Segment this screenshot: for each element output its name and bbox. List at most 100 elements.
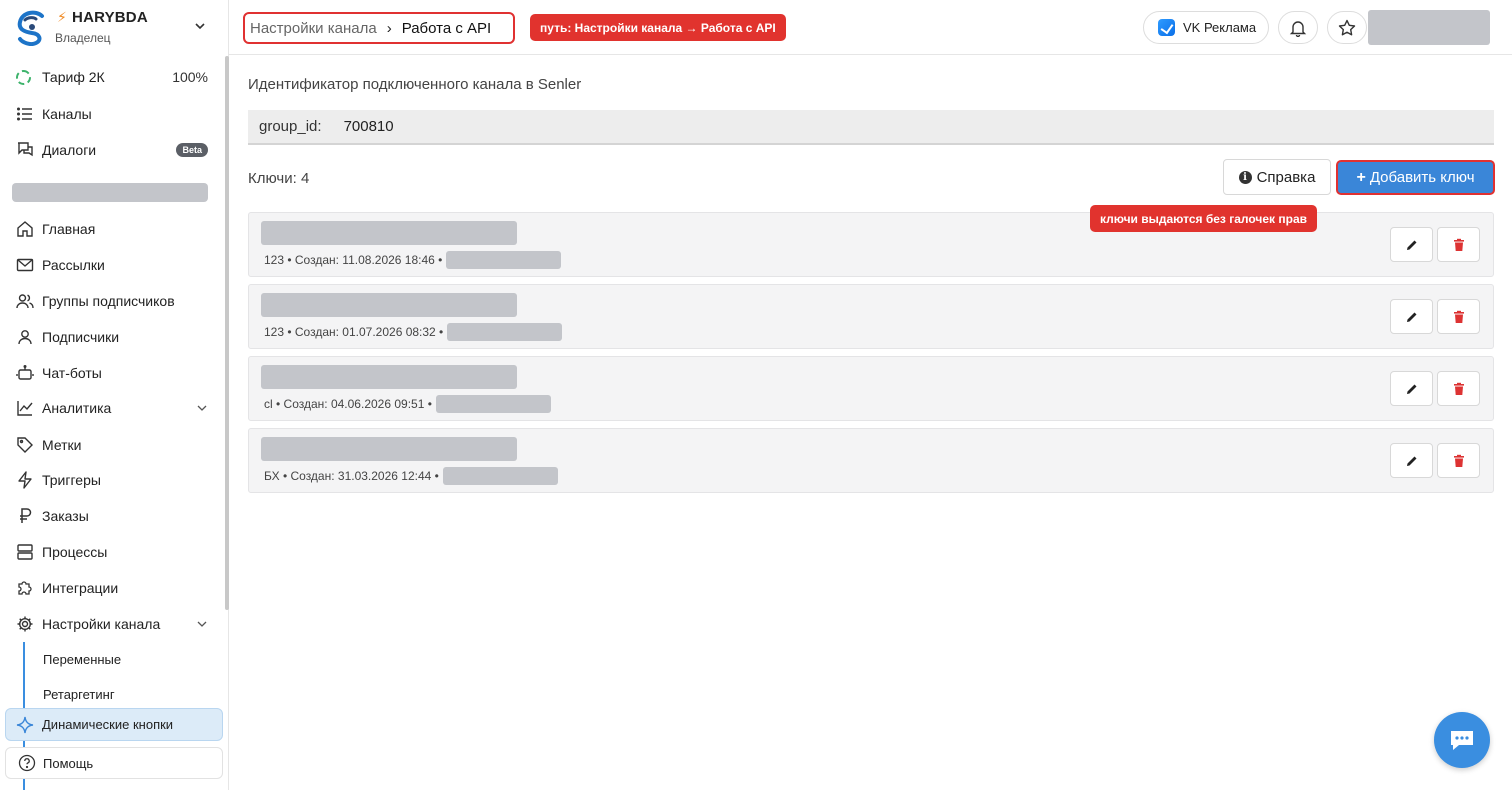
key-meta: cl • Создан: 04.06.2026 09:51 • bbox=[264, 395, 551, 413]
question-circle-icon bbox=[18, 754, 36, 772]
notifications-button[interactable] bbox=[1278, 11, 1318, 44]
breadcrumb-parent[interactable]: Настройки канала bbox=[250, 20, 377, 37]
sidebar-item-triggers[interactable]: Триггеры bbox=[16, 469, 216, 491]
sidebar-item-channels[interactable]: Каналы bbox=[16, 103, 216, 125]
key-meta-text: cl • Создан: 04.06.2026 09:51 • bbox=[264, 397, 432, 411]
sidebar-item-label: Чат-боты bbox=[42, 365, 102, 381]
key-name-redacted bbox=[261, 365, 517, 389]
trash-icon bbox=[1453, 382, 1464, 395]
key-meta: 123 • Создан: 01.07.2026 08:32 • bbox=[264, 323, 563, 341]
breadcrumb: Настройки канала › Работа с API bbox=[243, 12, 515, 44]
key-value-redacted bbox=[442, 467, 558, 485]
vk-ads-icon bbox=[1158, 19, 1175, 36]
chevron-down-icon[interactable] bbox=[196, 618, 208, 630]
key-meta: 123 • Создан: 11.08.2026 18:46 • bbox=[264, 251, 562, 269]
key-name-redacted bbox=[261, 293, 517, 317]
delete-key-button[interactable] bbox=[1437, 299, 1480, 334]
key-name-redacted bbox=[261, 221, 517, 245]
edit-key-button[interactable] bbox=[1390, 443, 1433, 478]
sidebar-item-label: Процессы bbox=[42, 544, 108, 560]
chevron-down-icon[interactable] bbox=[196, 402, 208, 414]
sidebar-item-label: Рассылки bbox=[42, 257, 105, 273]
support-chat-button[interactable] bbox=[1434, 712, 1490, 768]
users-icon bbox=[16, 294, 34, 309]
home-icon bbox=[17, 221, 33, 237]
list-icon bbox=[17, 107, 32, 121]
ruble-icon bbox=[20, 508, 32, 523]
sidebar-subitem-dynamic-buttons[interactable]: Динамические кнопки bbox=[5, 708, 223, 741]
info-icon: i bbox=[1238, 170, 1252, 184]
path-annotation: путь: Настройки канала → Работа с API bbox=[530, 14, 786, 41]
group-id-value: 700810 bbox=[343, 118, 394, 135]
sparkle-icon bbox=[16, 716, 34, 733]
key-name-redacted bbox=[261, 437, 517, 461]
chevron-down-icon[interactable] bbox=[193, 19, 207, 33]
sidebar-item-label: Триггеры bbox=[42, 472, 101, 488]
add-key-button[interactable]: + Добавить ключ bbox=[1336, 160, 1495, 195]
chart-line-icon bbox=[17, 401, 33, 416]
sidebar-subitem-label: Динамические кнопки bbox=[42, 717, 174, 732]
sidebar-item-subscriber-groups[interactable]: Группы подписчиков bbox=[16, 290, 216, 312]
sidebar-item-tags[interactable]: Метки bbox=[16, 434, 216, 456]
delete-key-button[interactable] bbox=[1437, 227, 1480, 262]
sidebar-item-mailings[interactable]: Рассылки bbox=[16, 254, 216, 276]
sidebar-item-label: Аналитика bbox=[42, 400, 112, 416]
chat-bubble-icon bbox=[1451, 731, 1473, 750]
edit-key-button[interactable] bbox=[1390, 371, 1433, 406]
bolt-icon bbox=[18, 471, 32, 489]
add-key-label: Добавить ключ bbox=[1369, 169, 1475, 186]
sidebar-item-dialogs[interactable]: Диалоги Beta bbox=[16, 139, 216, 161]
favorites-button[interactable] bbox=[1327, 11, 1367, 44]
puzzle-icon bbox=[18, 581, 32, 595]
help-button[interactable]: Помощь bbox=[5, 747, 223, 779]
delete-key-button[interactable] bbox=[1437, 443, 1480, 478]
key-meta-text: 123 • Создан: 11.08.2026 18:46 • bbox=[264, 253, 443, 267]
key-row: 123 • Создан: 01.07.2026 08:32 • bbox=[248, 284, 1494, 349]
sidebar-item-orders[interactable]: Заказы bbox=[16, 505, 216, 527]
breadcrumb-separator: › bbox=[386, 19, 392, 37]
help-reference-button[interactable]: i Справка bbox=[1223, 159, 1331, 195]
key-row: БХ • Создан: 31.03.2026 12:44 • bbox=[248, 428, 1494, 493]
edit-key-button[interactable] bbox=[1390, 299, 1433, 334]
sidebar-item-label: Каналы bbox=[42, 106, 92, 122]
gear-icon bbox=[17, 616, 33, 632]
tariff-progress-icon bbox=[16, 69, 31, 85]
breadcrumb-current: Работа с API bbox=[401, 19, 492, 37]
key-meta-text: БХ • Создан: 31.03.2026 12:44 • bbox=[264, 469, 439, 483]
delete-key-button[interactable] bbox=[1437, 371, 1480, 406]
keys-count: Ключи: 4 bbox=[248, 170, 310, 187]
sidebar-item-analytics[interactable]: Аналитика bbox=[16, 397, 216, 419]
pencil-icon bbox=[1406, 456, 1416, 466]
sidebar-item-subscribers[interactable]: Подписчики bbox=[16, 326, 216, 348]
sidebar-subitem-variables[interactable]: Переменные bbox=[43, 652, 121, 667]
tariff-label: Тариф 2К bbox=[42, 69, 105, 85]
chat-icon bbox=[18, 142, 33, 157]
vk-ads-button[interactable]: VK Реклама bbox=[1143, 11, 1269, 44]
sidebar-item-home[interactable]: Главная bbox=[16, 218, 216, 240]
key-value-redacted bbox=[447, 323, 563, 341]
help-label: Помощь bbox=[43, 755, 94, 771]
sidebar-item-label: Группы подписчиков bbox=[42, 293, 175, 309]
pencil-icon bbox=[1406, 240, 1416, 250]
sidebar-item-processes[interactable]: Процессы bbox=[16, 541, 216, 563]
sidebar-item-chatbots[interactable]: Чат-боты bbox=[16, 362, 216, 384]
edit-key-button[interactable] bbox=[1390, 227, 1433, 262]
tariff-item[interactable]: Тариф 2К 100% bbox=[16, 66, 216, 88]
trash-icon bbox=[1453, 454, 1464, 467]
sidebar-scrollbar[interactable] bbox=[225, 56, 229, 610]
key-value-redacted bbox=[435, 395, 551, 413]
channel-switcher[interactable]: ⚡ HARYBDA Владелец bbox=[0, 0, 229, 56]
group-id-field: group_id: 700810 bbox=[248, 110, 1494, 145]
vk-ads-label: VK Реклама bbox=[1183, 20, 1257, 35]
keys-annotation: ключи выдаются без галочек прав bbox=[1090, 205, 1317, 232]
senler-logo-icon bbox=[17, 10, 44, 46]
channel-id-title: Идентификатор подключенного канала в Sen… bbox=[248, 76, 582, 93]
sidebar-item-integrations[interactable]: Интеграции bbox=[16, 577, 216, 599]
user-menu-redacted[interactable] bbox=[1368, 10, 1490, 45]
bolt-icon: ⚡ bbox=[57, 9, 68, 25]
group-id-label: group_id: bbox=[259, 118, 322, 135]
sidebar-subitem-retargeting[interactable]: Ретаргетинг bbox=[43, 687, 115, 702]
help-reference-label: Справка bbox=[1256, 168, 1316, 186]
sidebar-item-channel-settings[interactable]: Настройки канала bbox=[16, 613, 216, 635]
bell-icon bbox=[1289, 20, 1307, 37]
